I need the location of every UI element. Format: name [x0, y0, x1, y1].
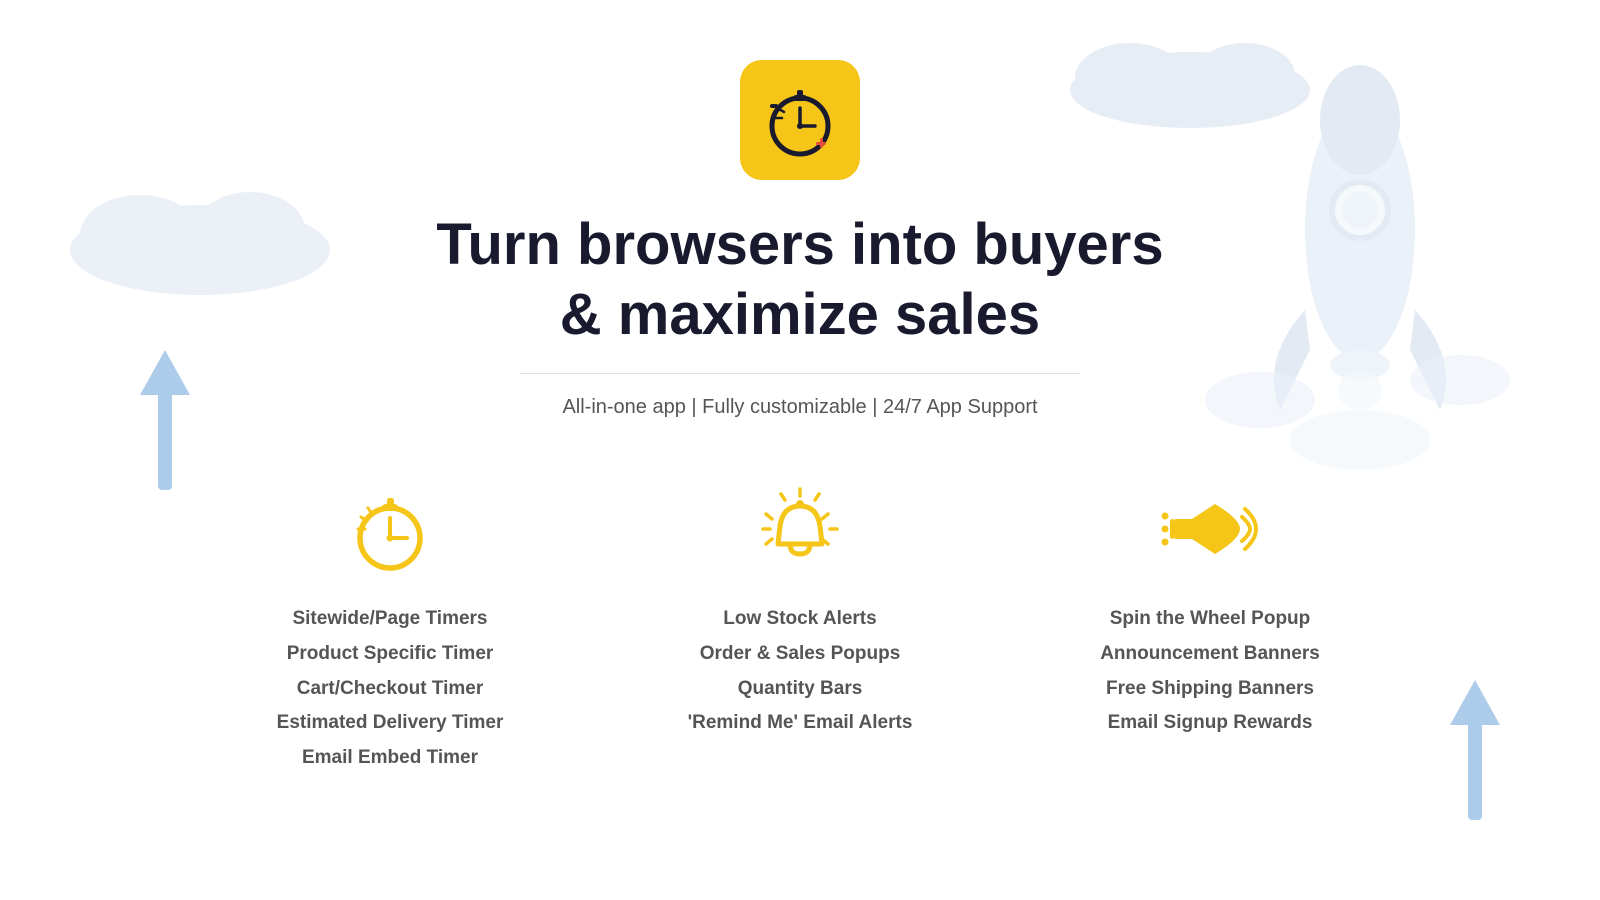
list-item: Free Shipping Banners	[1100, 677, 1320, 702]
app-icon	[740, 60, 860, 180]
list-item: Sitewide/Page Timers	[277, 607, 504, 632]
list-item: 'Remind Me' Email Alerts	[688, 711, 913, 736]
headline-divider	[520, 373, 1080, 374]
list-item: Announcement Banners	[1100, 642, 1320, 667]
list-item: Email Signup Rewards	[1100, 711, 1320, 736]
list-item: Email Embed Timer	[277, 746, 504, 771]
alerts-list: Low Stock Alerts Order & Sales Popups Qu…	[688, 607, 913, 746]
alerts-icon	[750, 479, 850, 579]
timers-icon	[340, 479, 440, 579]
subtitle: All-in-one app | Fully customizable | 24…	[562, 396, 1037, 419]
main-container: Turn browsers into buyers & maximize sal…	[0, 0, 1600, 781]
feature-column-alerts: Low Stock Alerts Order & Sales Popups Qu…	[610, 479, 990, 780]
list-item: Spin the Wheel Popup	[1100, 607, 1320, 632]
list-item: Order & Sales Popups	[688, 642, 913, 667]
list-item: Estimated Delivery Timer	[277, 711, 504, 736]
headline: Turn browsers into buyers & maximize sal…	[436, 210, 1163, 349]
banners-list: Spin the Wheel Popup Announcement Banner…	[1100, 607, 1320, 746]
feature-column-timers: Sitewide/Page Timers Product Specific Ti…	[200, 479, 580, 780]
list-item: Product Specific Timer	[277, 642, 504, 667]
list-item: Quantity Bars	[688, 677, 913, 702]
banners-icon	[1160, 479, 1260, 579]
timers-list: Sitewide/Page Timers Product Specific Ti…	[277, 607, 504, 780]
feature-column-banners: Spin the Wheel Popup Announcement Banner…	[1020, 479, 1400, 780]
list-item: Cart/Checkout Timer	[277, 677, 504, 702]
stopwatch-app-icon	[760, 80, 840, 160]
list-item: Low Stock Alerts	[688, 607, 913, 632]
features-grid: Sitewide/Page Timers Product Specific Ti…	[200, 479, 1400, 780]
